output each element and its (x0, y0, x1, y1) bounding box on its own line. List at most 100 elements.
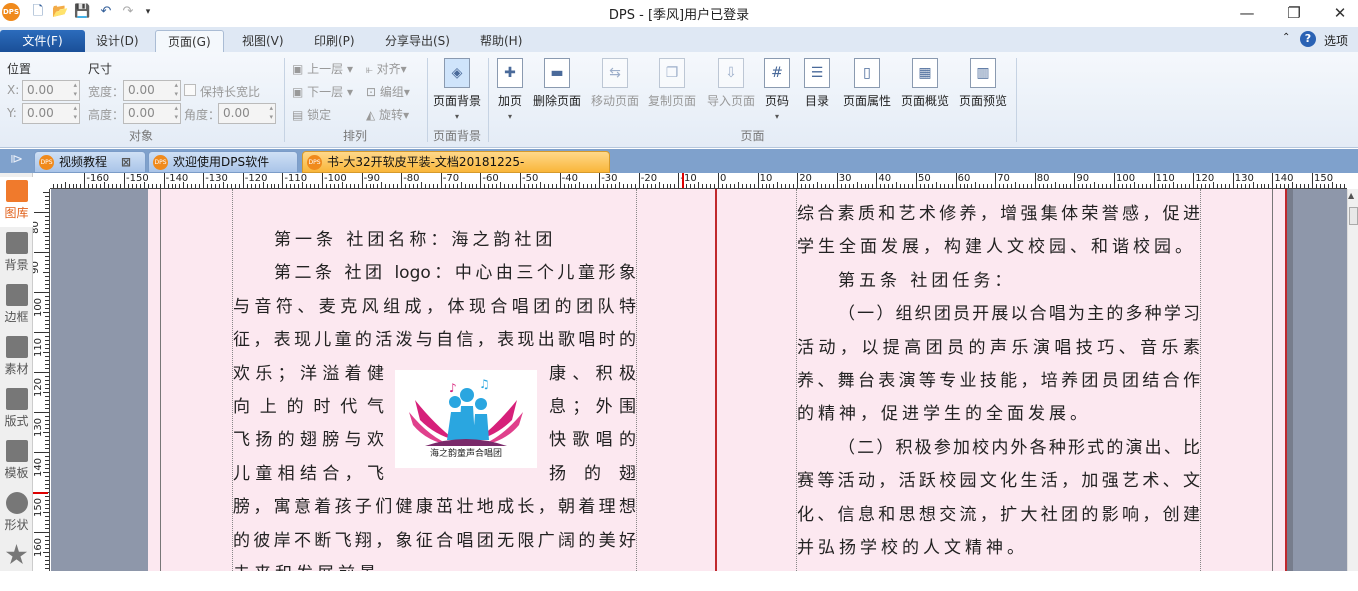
ruler-tick (72, 184, 74, 188)
close-button[interactable]: ✕ (1325, 2, 1355, 24)
tab-design[interactable]: 设计(D) (84, 30, 151, 52)
ruler-tick (927, 184, 929, 188)
page-button-2[interactable]: ▬ 删除页面 (529, 58, 585, 109)
doc-tab-video-tutorial[interactable]: DPS 视频教程 ⊠ (34, 151, 146, 173)
ruler-tick (230, 184, 232, 188)
group-label-object: 对象 (128, 129, 153, 143)
page-button-4[interactable]: ❐ 复制页面 (644, 58, 700, 109)
restore-button[interactable]: ❐ (1279, 2, 1309, 24)
ruler-tick (789, 184, 791, 188)
sidebar-item-material[interactable]: 素材 (0, 333, 33, 383)
height-input[interactable]: 0.00 (123, 103, 181, 124)
ruler-tick (959, 184, 961, 188)
keep-ratio-checkbox[interactable] (184, 84, 196, 96)
page-background-button[interactable]: ◈ 页面背景 ▾ (429, 58, 485, 121)
ruler-tick (587, 184, 589, 188)
lock-button[interactable]: ▤ 锁定 (292, 106, 331, 123)
ruler-tick (440, 173, 442, 188)
ruler-tick (1153, 173, 1155, 188)
ruler-tick (147, 184, 149, 188)
sidebar-item-layout[interactable]: 版式 (0, 385, 33, 435)
ruler-tick (1129, 184, 1131, 188)
bring-forward-button[interactable]: ▣ 上一层 ▾ (292, 60, 353, 77)
sidebar-item-shape[interactable]: 形状 (0, 489, 33, 539)
ruler-tick (45, 384, 49, 385)
ruler-tick (955, 173, 957, 188)
vertical-scrollbar[interactable]: ▲ (1347, 189, 1358, 571)
ruler-tick (512, 184, 514, 188)
tab-view[interactable]: 视图(V) (230, 30, 296, 52)
width-input[interactable]: 0.00 (123, 80, 181, 101)
ruler-tick (987, 184, 989, 188)
send-backward-button[interactable]: ▣ 下一层 ▾ (292, 83, 353, 100)
ruler-tick (1201, 184, 1203, 188)
ruler-tick (654, 184, 656, 188)
page-button-label: 页面预览 (958, 94, 1007, 108)
help-icon[interactable]: ? (1300, 31, 1316, 47)
copy-page-icon: ❐ (659, 58, 685, 88)
x-input[interactable]: 0.00 (22, 80, 80, 101)
ruler-label: -20 (640, 173, 658, 184)
ruler-tick (1038, 184, 1040, 188)
choir-logo-image[interactable]: ♪ ♫ 海之韵童声合唱团 (395, 370, 537, 468)
tab-page[interactable]: 页面(G) (155, 30, 224, 52)
minimize-button[interactable]: — (1232, 2, 1262, 24)
tab-file[interactable]: 文件(F) (0, 30, 85, 52)
ruler-tick (951, 184, 953, 188)
bring-forward-label: 上一层 (307, 62, 344, 76)
ruler-tick (405, 184, 407, 188)
group-label-arrange: 排列 (342, 129, 367, 143)
vertical-ruler[interactable]: 80 90 100 110 120 130 140 150 160 (33, 189, 50, 571)
ruler-tick (1256, 184, 1258, 188)
angle-input[interactable]: 0.00 (218, 103, 276, 124)
collapse-ribbon-icon[interactable]: ⌃ (1282, 32, 1290, 43)
page-button-9[interactable]: ▦ 页面概览 (897, 58, 953, 109)
ruler-tick (1117, 184, 1119, 188)
page-button-3[interactable]: ⇆ 移动页面 (587, 58, 643, 109)
ruler-tick (353, 184, 355, 188)
sidebar-item-background[interactable]: 背景 (0, 229, 33, 279)
align-button[interactable]: ⫦ 对齐▾ (366, 60, 407, 77)
ruler-marker-icon (682, 173, 685, 188)
page-button-label: 页码 (764, 94, 789, 108)
ruler-corner (33, 173, 50, 189)
ruler-tick (1276, 184, 1278, 188)
rotate-button[interactable]: ◭ 旋转▾ (366, 106, 409, 123)
doc-tab-welcome[interactable]: DPS欢迎使用DPS软件⊠ (148, 151, 298, 189)
page-button-label: 删除页面 (532, 94, 581, 108)
ruler-tick (626, 184, 628, 188)
ruler-tick (377, 184, 379, 188)
ruler-tick (753, 184, 755, 188)
ruler-tick (274, 184, 276, 188)
ruler-tick (254, 184, 256, 188)
ruler-label: -30 (601, 173, 618, 184)
tab-share-export[interactable]: 分享导出(S) (373, 30, 462, 52)
tab-help[interactable]: 帮助(H) (468, 30, 534, 52)
group-button[interactable]: ⊡ 编组▾ (366, 83, 410, 100)
gallery-icon (5, 180, 28, 202)
options-menu[interactable]: 选项 (1324, 32, 1348, 49)
close-tab-icon[interactable]: ⊠ (121, 155, 131, 169)
ruler-tick (1260, 184, 1262, 188)
page-button-7[interactable]: ☰ 目录 (789, 58, 845, 109)
canvas[interactable]: ♪ ♫ 海之韵童声合唱团 第一条 社团名称：海之韵社团 第二条 社团 logo：中心… (51, 189, 1347, 571)
sidebar-item-border[interactable]: 边框 (0, 281, 33, 331)
ruler-tick (674, 184, 676, 188)
doc-tab-active-document[interactable]: DPS书-大32开软皮平装-文档20181225-0934.dpsf*⊠ (302, 151, 610, 189)
sidebar-item-gallery[interactable]: 图库 (0, 177, 33, 227)
sidebar-item-star[interactable] (0, 541, 33, 591)
horizontal-ruler[interactable]: -160 -150 -140 -130 -120 -110 -100 -90 -80 -70 -60… (50, 173, 1347, 189)
scrollbar-thumb[interactable] (1349, 207, 1358, 225)
y-input[interactable]: 0.00 (22, 103, 80, 124)
ruler-tick (45, 204, 49, 205)
expand-panel-icon[interactable]: ⧐ (10, 152, 23, 167)
ruler-tick (45, 428, 49, 429)
tab-print[interactable]: 印刷(P) (302, 30, 367, 52)
ruler-tick (939, 184, 941, 188)
page-button-label: 页面概览 (900, 94, 949, 108)
page-button-8[interactable]: ▯ 页面属性 (839, 58, 895, 109)
scroll-up-icon[interactable]: ▲ (1348, 191, 1354, 200)
ruler-tick (45, 488, 49, 489)
page-button-10[interactable]: ▥ 页面预览 (955, 58, 1011, 109)
sidebar-item-template[interactable]: 模板 (0, 437, 33, 487)
